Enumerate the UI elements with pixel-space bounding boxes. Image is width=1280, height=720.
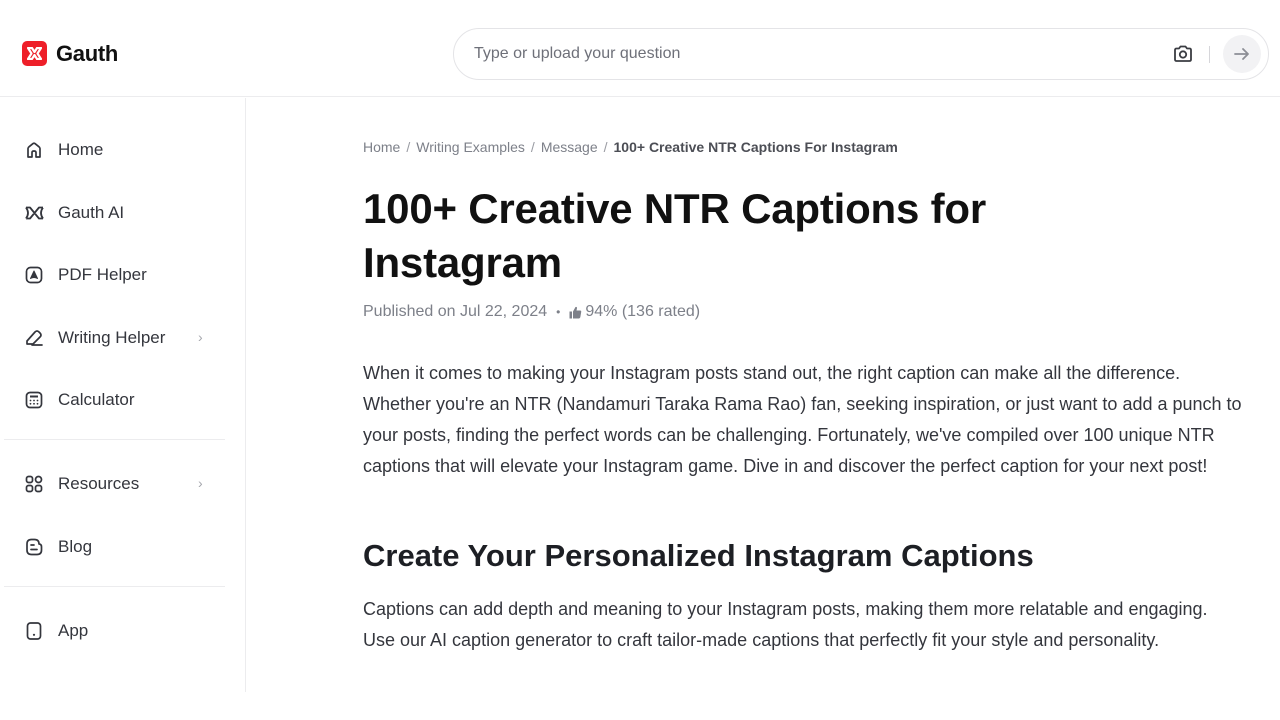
rating-value: 94% (136 rated) (585, 303, 701, 320)
sidebar-divider (4, 439, 225, 440)
thumbs-up-icon (569, 306, 582, 319)
breadcrumb: Home / Writing Examples / Message / 100+… (363, 139, 898, 155)
intro-paragraph: When it comes to making your Instagram p… (363, 363, 1242, 476)
chevron-right-icon: › (198, 475, 203, 491)
breadcrumb-separator: / (530, 139, 535, 155)
article-meta: Published on Jul 22, 2024 • 94% (136 rat… (363, 303, 700, 321)
sidebar-item-label: Gauth AI (58, 203, 125, 222)
pen-icon (24, 328, 44, 348)
breadcrumb-home[interactable]: Home (363, 139, 400, 155)
breadcrumb-current: 100+ Creative NTR Captions For Instagram (613, 139, 898, 155)
sidebar-divider (4, 586, 225, 587)
pdf-icon (24, 265, 44, 285)
sidebar-item-pdf-helper[interactable]: PDF Helper (0, 253, 225, 297)
search-bar (453, 28, 1269, 80)
sidebar-item-label: Blog (58, 537, 93, 556)
submit-button[interactable] (1223, 35, 1261, 73)
breadcrumb-writing-examples[interactable]: Writing Examples (416, 139, 525, 155)
grid-icon (24, 474, 44, 494)
sidebar-item-label: App (58, 621, 89, 640)
arrow-right-icon (1234, 48, 1249, 60)
camera-icon[interactable] (1172, 43, 1194, 65)
home-icon (24, 140, 44, 160)
page-title: 100+ Creative NTR Captions for Instagram (363, 185, 987, 286)
section-paragraph: Captions can add depth and meaning to yo… (363, 599, 1208, 650)
meta-separator: • (556, 305, 561, 319)
logo[interactable]: Gauth (22, 41, 118, 66)
sidebar-item-resources[interactable]: Resources › (0, 462, 225, 506)
sidebar-item-label: Calculator (58, 390, 135, 409)
gauth-logo-icon (22, 41, 47, 66)
chevron-right-icon: › (198, 329, 203, 345)
search-divider (1209, 46, 1210, 63)
breadcrumb-separator: / (406, 139, 411, 155)
sidebar-item-gauth-ai[interactable]: Gauth AI (0, 191, 225, 235)
top-header: Gauth (0, 0, 1280, 97)
sidebar-item-label: Writing Helper (58, 328, 166, 347)
sidebar-item-blog[interactable]: Blog (0, 525, 225, 569)
sidebar-item-label: Home (58, 140, 104, 159)
published-date: Published on Jul 22, 2024 (363, 303, 548, 320)
section-heading: Create Your Personalized Instagram Capti… (363, 538, 1034, 573)
breadcrumb-message[interactable]: Message (541, 139, 598, 155)
calculator-icon (24, 390, 44, 410)
phone-icon (24, 621, 44, 641)
sidebar-item-label: PDF Helper (58, 265, 147, 284)
breadcrumb-separator: / (603, 139, 608, 155)
sidebar-item-label: Resources (58, 474, 140, 493)
logo-text: Gauth (56, 41, 119, 66)
sidebar-item-writing-helper[interactable]: Writing Helper › (0, 316, 225, 360)
search-input[interactable] (474, 29, 1154, 79)
blog-icon (24, 537, 44, 557)
gauth-ai-icon (24, 203, 44, 223)
sidebar-item-app[interactable]: App (0, 609, 225, 653)
sidebar-item-home[interactable]: Home (0, 128, 225, 172)
sidebar-item-calculator[interactable]: Calculator (0, 378, 225, 422)
sidebar: Home Gauth AI PDF Helper Writing Helper … (0, 98, 246, 692)
